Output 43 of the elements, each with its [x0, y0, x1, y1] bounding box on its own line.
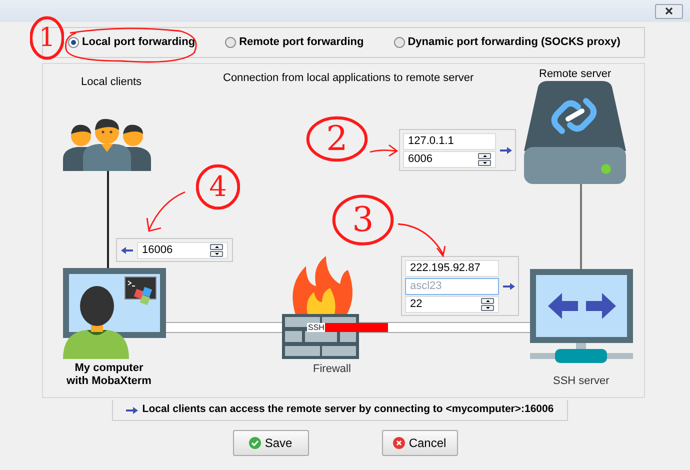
right-arrow-icon	[126, 406, 138, 414]
remote-port-field[interactable]: 6006	[403, 150, 496, 168]
annotation-arrow	[145, 190, 187, 234]
check-icon	[248, 437, 261, 449]
annotation-number: 4	[209, 173, 227, 201]
annotation-number: 3	[352, 203, 374, 237]
mode-radio[interactable]: Remote port forwarding	[225, 34, 364, 51]
computer-user-icon	[63, 268, 166, 359]
firewall-icon	[282, 256, 359, 359]
ssh-port-field[interactable]: 22	[405, 296, 499, 312]
mode-radio[interactable]: Dynamic port forwarding (SOCKS proxy)	[394, 34, 620, 51]
save-button[interactable]: Save	[232, 430, 308, 456]
mode-radio[interactable]: Local port forwarding	[68, 34, 196, 51]
info-text: Local clients can access the remote server by connecting to <mycomputer>:16006	[142, 402, 554, 418]
diagram-caption: Connection from local applications to remote server	[223, 71, 474, 86]
annotation-circle	[306, 116, 368, 162]
cancel-button[interactable]: Cancel	[382, 430, 458, 456]
annotation-number: 1	[38, 25, 56, 51]
diagram-label: Remote server	[539, 67, 612, 82]
server-link-icon	[524, 81, 626, 184]
right-arrow-icon	[503, 282, 515, 290]
ssh-host-field[interactable]: 222.195.92.87	[405, 260, 499, 276]
diagram-label: Local clients	[81, 75, 142, 90]
close-button[interactable]	[655, 4, 683, 18]
tunnel-highlight	[325, 323, 388, 332]
spin-buttons[interactable]	[478, 152, 491, 166]
computer-label: My computer	[74, 362, 144, 375]
firewall-label: Firewall	[313, 362, 351, 377]
local-port-field[interactable]: 16006	[137, 242, 228, 258]
remote-host-field[interactable]: 127.0.1.1	[403, 132, 496, 150]
annotation-arrow	[369, 143, 399, 157]
tunnel-label: SSH	[307, 323, 326, 332]
right-arrow-icon	[500, 146, 512, 154]
computer-label: with MobaXterm	[66, 375, 152, 388]
spin-buttons[interactable]	[210, 244, 223, 256]
cancel-icon	[392, 437, 405, 449]
left-arrow-icon	[121, 246, 133, 254]
annotation-number: 2	[326, 122, 348, 156]
ssh-server-label: SSH server	[553, 374, 610, 389]
people-group-icon	[63, 119, 151, 171]
spin-buttons[interactable]	[481, 298, 494, 310]
annotation-circle	[332, 194, 394, 246]
close-icon	[665, 7, 673, 15]
